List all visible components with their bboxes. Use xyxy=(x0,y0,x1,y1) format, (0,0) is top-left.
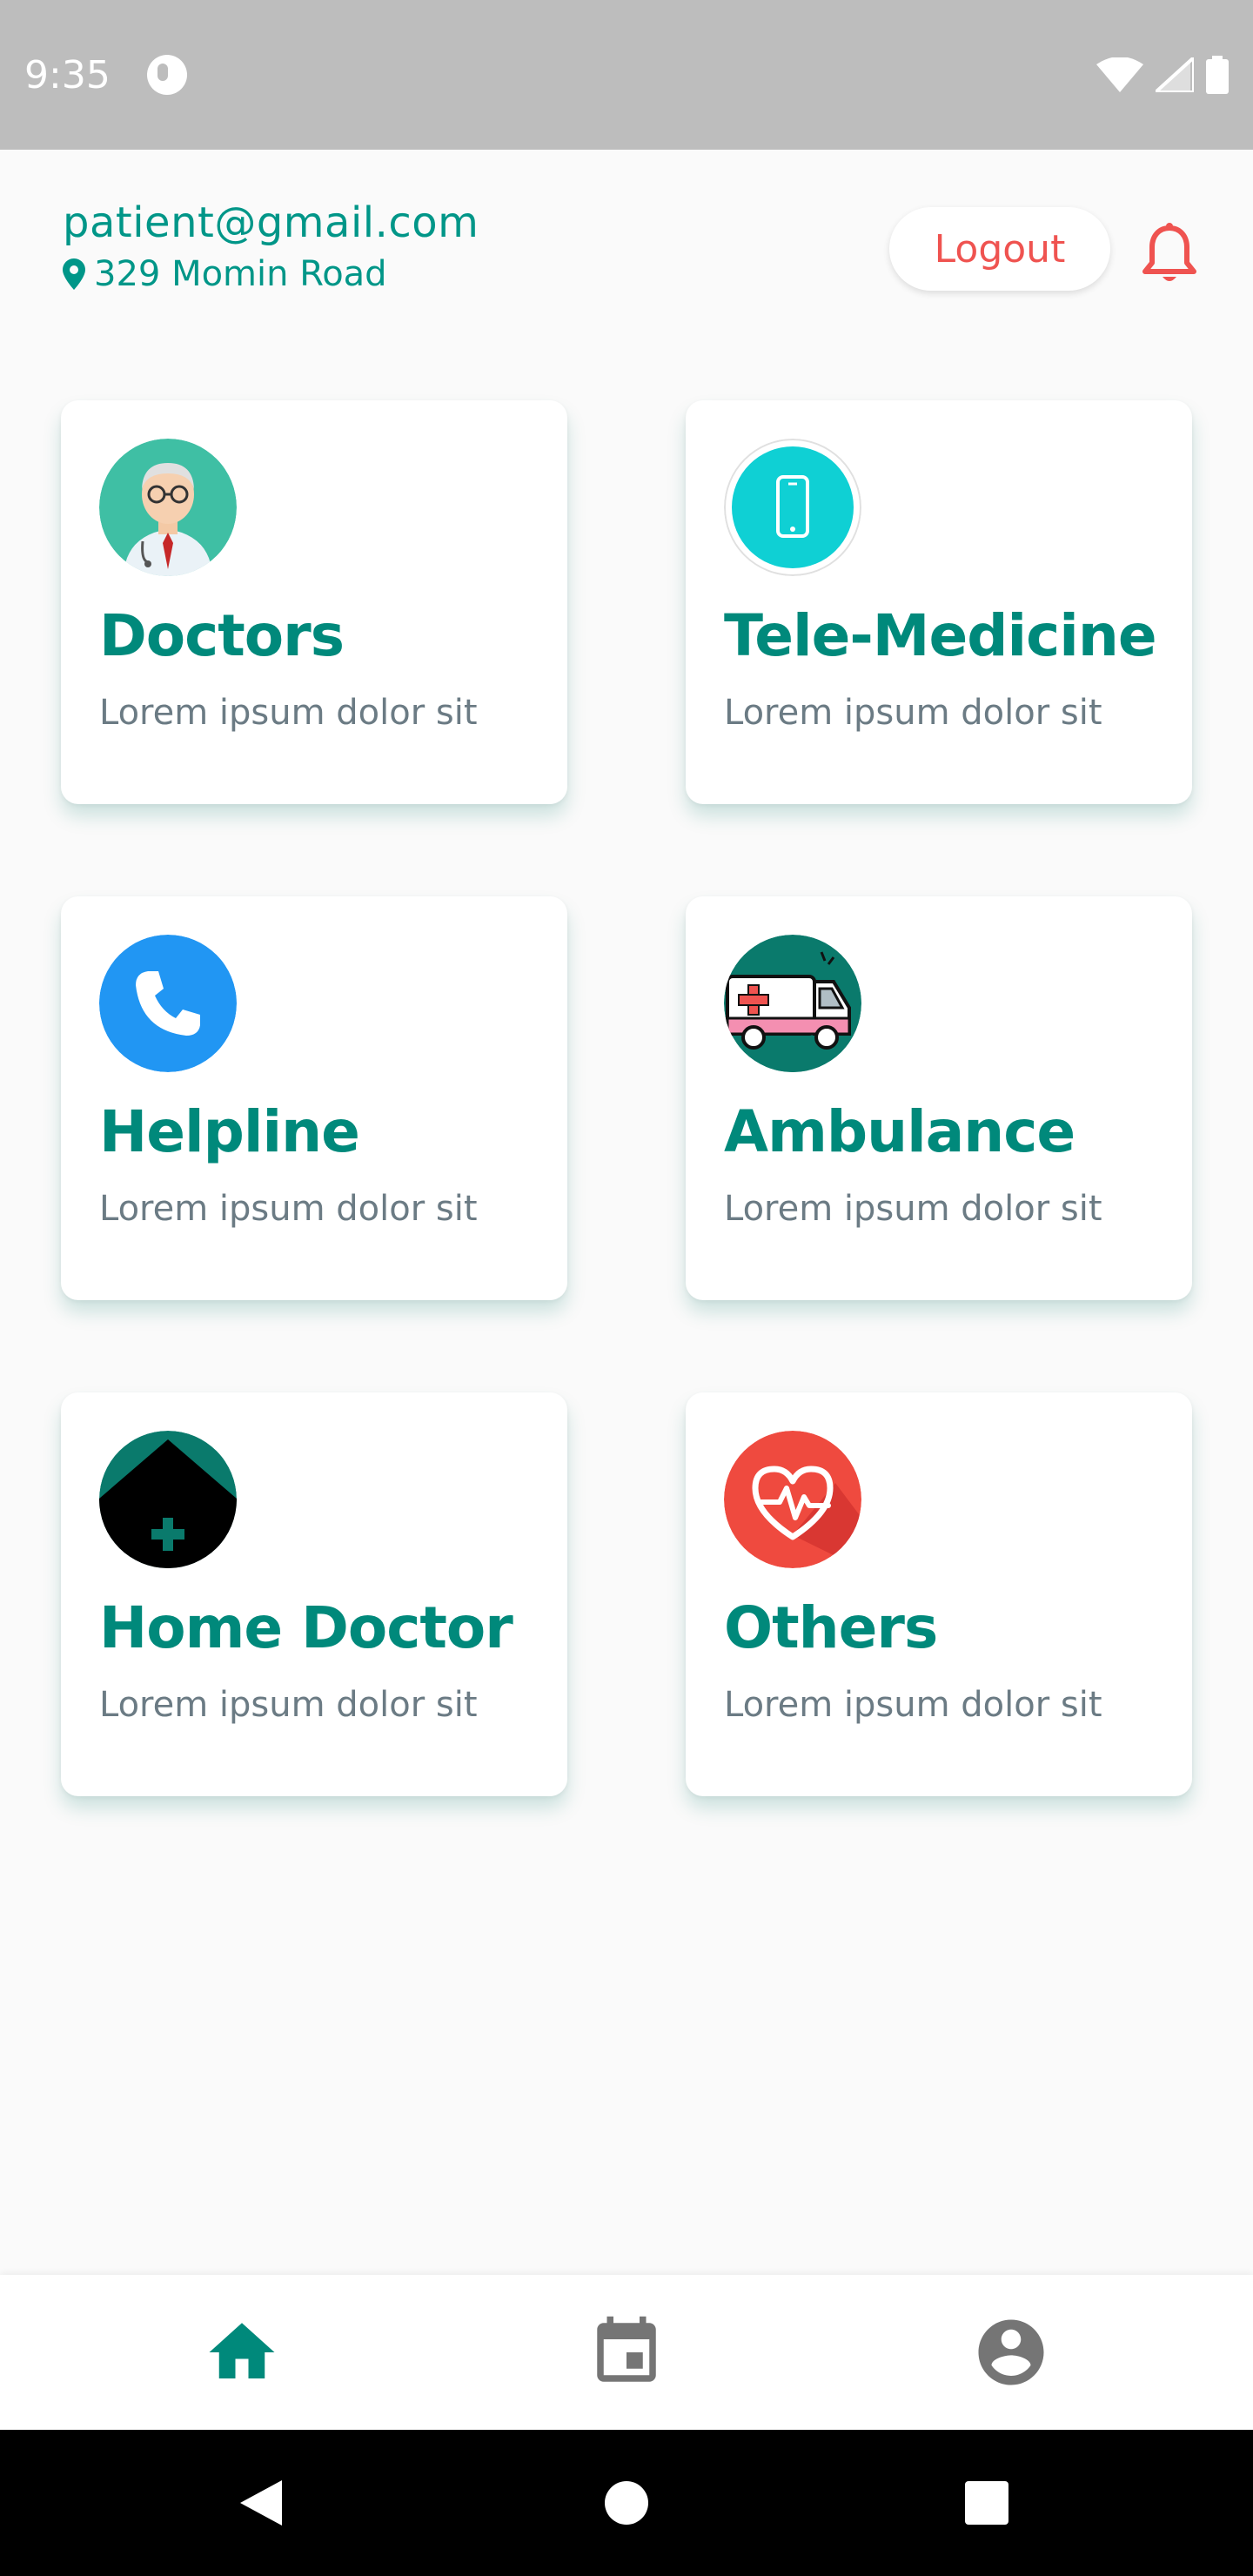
card-ambulance[interactable]: Ambulance Lorem ipsum dolor sit xyxy=(686,896,1192,1300)
back-triangle-icon xyxy=(240,2480,282,2526)
account-icon xyxy=(978,2319,1044,2385)
back-button[interactable] xyxy=(209,2430,313,2576)
card-title: Ambulance xyxy=(724,1098,1075,1165)
card-description: Lorem ipsum dolor sit xyxy=(724,1685,1102,1725)
card-others[interactable]: Others Lorem ipsum dolor sit xyxy=(686,1392,1192,1796)
battery-icon xyxy=(1206,56,1229,94)
recents-square-icon xyxy=(965,2481,1008,2525)
ambulance-icon xyxy=(724,935,861,1072)
card-description: Lorem ipsum dolor sit xyxy=(99,1189,478,1229)
home-circle-icon xyxy=(605,2481,648,2525)
signal-icon xyxy=(1156,57,1194,92)
card-description: Lorem ipsum dolor sit xyxy=(99,693,478,733)
home-system-button[interactable] xyxy=(574,2430,679,2576)
user-email: patient@gmail.com xyxy=(63,198,479,247)
status-time: 9:35 xyxy=(24,52,111,97)
card-helpline[interactable]: Helpline Lorem ipsum dolor sit xyxy=(61,896,567,1300)
card-title: Home Doctor xyxy=(99,1594,513,1661)
logout-button[interactable]: Logout xyxy=(889,207,1110,291)
notification-app-icon xyxy=(146,55,187,95)
card-home-doctor[interactable]: Home Doctor Lorem ipsum dolor sit xyxy=(61,1392,567,1796)
system-navigation-bar xyxy=(0,2430,1253,2576)
status-bar: 9:35 xyxy=(0,0,1253,150)
card-description: Lorem ipsum dolor sit xyxy=(724,1189,1102,1229)
card-title: Tele-Medicine xyxy=(724,602,1157,669)
card-doctors[interactable]: Doctors Lorem ipsum dolor sit xyxy=(61,400,567,804)
heartbeat-icon xyxy=(724,1431,861,1568)
user-address: 329 Momin Road xyxy=(63,254,387,294)
home-icon xyxy=(209,2323,275,2378)
home-medical-icon xyxy=(99,1431,237,1568)
nav-calendar[interactable] xyxy=(539,2275,714,2430)
card-title: Helpline xyxy=(99,1098,360,1165)
notification-bell-icon[interactable] xyxy=(1142,223,1197,285)
calendar-icon xyxy=(597,2316,656,2382)
card-title: Doctors xyxy=(99,602,345,669)
location-pin-icon xyxy=(63,258,85,290)
card-description: Lorem ipsum dolor sit xyxy=(99,1685,478,1725)
doctor-icon xyxy=(99,439,237,576)
wifi-icon xyxy=(1096,57,1143,92)
smartphone-icon xyxy=(724,439,861,576)
nav-account[interactable] xyxy=(924,2275,1098,2430)
address-text: 329 Momin Road xyxy=(94,254,387,294)
card-description: Lorem ipsum dolor sit xyxy=(724,693,1102,733)
status-icons xyxy=(1096,56,1229,94)
phone-icon xyxy=(99,935,237,1072)
recents-button[interactable] xyxy=(935,2430,1039,2576)
card-tele-medicine[interactable]: Tele-Medicine Lorem ipsum dolor sit xyxy=(686,400,1192,804)
user-header: patient@gmail.com 329 Momin Road Logout xyxy=(63,198,1196,303)
card-title: Others xyxy=(724,1594,938,1661)
nav-home[interactable] xyxy=(155,2275,329,2430)
bottom-navigation xyxy=(0,2275,1253,2430)
